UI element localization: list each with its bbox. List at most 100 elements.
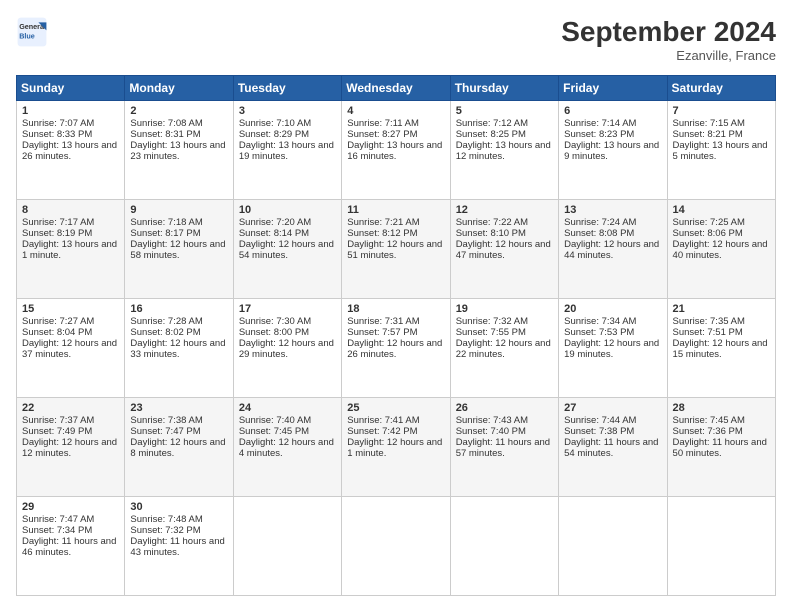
day-number: 24 xyxy=(239,402,336,414)
calendar-cell: 20Sunrise: 7:34 AMSunset: 7:53 PMDayligh… xyxy=(559,299,667,398)
calendar-cell: 7Sunrise: 7:15 AMSunset: 8:21 PMDaylight… xyxy=(667,101,775,200)
sunset: Sunset: 8:27 PM xyxy=(347,129,417,140)
calendar-cell: 2Sunrise: 7:08 AMSunset: 8:31 PMDaylight… xyxy=(125,101,233,200)
daylight: Daylight: 11 hours and 54 minutes. xyxy=(564,437,658,459)
daylight: Daylight: 12 hours and 33 minutes. xyxy=(130,338,225,360)
calendar-cell: 28Sunrise: 7:45 AMSunset: 7:36 PMDayligh… xyxy=(667,398,775,497)
daylight: Daylight: 12 hours and 29 minutes. xyxy=(239,338,334,360)
sunrise: Sunrise: 7:22 AM xyxy=(456,217,528,228)
daylight: Daylight: 13 hours and 23 minutes. xyxy=(130,140,225,162)
sunrise: Sunrise: 7:32 AM xyxy=(456,316,528,327)
location: Ezanville, France xyxy=(561,48,776,63)
sunrise: Sunrise: 7:17 AM xyxy=(22,217,94,228)
calendar-cell: 23Sunrise: 7:38 AMSunset: 7:47 PMDayligh… xyxy=(125,398,233,497)
daylight: Daylight: 13 hours and 12 minutes. xyxy=(456,140,551,162)
day-number: 26 xyxy=(456,402,553,414)
day-number: 14 xyxy=(673,204,770,216)
sunrise: Sunrise: 7:24 AM xyxy=(564,217,636,228)
sunrise: Sunrise: 7:38 AM xyxy=(130,415,202,426)
day-number: 23 xyxy=(130,402,227,414)
day-number: 17 xyxy=(239,303,336,315)
daylight: Daylight: 12 hours and 22 minutes. xyxy=(456,338,551,360)
sunrise: Sunrise: 7:31 AM xyxy=(347,316,419,327)
day-number: 8 xyxy=(22,204,119,216)
sunset: Sunset: 7:38 PM xyxy=(564,426,634,437)
daylight: Daylight: 12 hours and 37 minutes. xyxy=(22,338,117,360)
page: General Blue September 2024 Ezanville, F… xyxy=(0,0,792,612)
calendar-cell: 17Sunrise: 7:30 AMSunset: 8:00 PMDayligh… xyxy=(233,299,341,398)
calendar-cell: 9Sunrise: 7:18 AMSunset: 8:17 PMDaylight… xyxy=(125,200,233,299)
sunrise: Sunrise: 7:12 AM xyxy=(456,118,528,129)
sunset: Sunset: 8:04 PM xyxy=(22,327,92,338)
sunrise: Sunrise: 7:08 AM xyxy=(130,118,202,129)
calendar-cell: 8Sunrise: 7:17 AMSunset: 8:19 PMDaylight… xyxy=(17,200,125,299)
sunrise: Sunrise: 7:30 AM xyxy=(239,316,311,327)
col-friday: Friday xyxy=(559,76,667,101)
col-thursday: Thursday xyxy=(450,76,558,101)
sunrise: Sunrise: 7:40 AM xyxy=(239,415,311,426)
col-wednesday: Wednesday xyxy=(342,76,450,101)
day-number: 27 xyxy=(564,402,661,414)
calendar-cell: 6Sunrise: 7:14 AMSunset: 8:23 PMDaylight… xyxy=(559,101,667,200)
day-number: 30 xyxy=(130,501,227,513)
daylight: Daylight: 12 hours and 54 minutes. xyxy=(239,239,334,261)
sunrise: Sunrise: 7:14 AM xyxy=(564,118,636,129)
day-number: 6 xyxy=(564,105,661,117)
day-number: 2 xyxy=(130,105,227,117)
month-title: September 2024 xyxy=(561,16,776,48)
day-number: 12 xyxy=(456,204,553,216)
col-monday: Monday xyxy=(125,76,233,101)
calendar-cell: 21Sunrise: 7:35 AMSunset: 7:51 PMDayligh… xyxy=(667,299,775,398)
calendar-cell: 12Sunrise: 7:22 AMSunset: 8:10 PMDayligh… xyxy=(450,200,558,299)
col-saturday: Saturday xyxy=(667,76,775,101)
col-sunday: Sunday xyxy=(17,76,125,101)
week-row-1: 1Sunrise: 7:07 AMSunset: 8:33 PMDaylight… xyxy=(17,101,776,200)
sunset: Sunset: 8:00 PM xyxy=(239,327,309,338)
sunrise: Sunrise: 7:27 AM xyxy=(22,316,94,327)
day-number: 20 xyxy=(564,303,661,315)
daylight: Daylight: 12 hours and 12 minutes. xyxy=(22,437,117,459)
sunset: Sunset: 8:19 PM xyxy=(22,228,92,239)
logo-icon: General Blue xyxy=(16,16,48,48)
daylight: Daylight: 12 hours and 15 minutes. xyxy=(673,338,768,360)
sunset: Sunset: 7:34 PM xyxy=(22,525,92,536)
calendar-cell: 24Sunrise: 7:40 AMSunset: 7:45 PMDayligh… xyxy=(233,398,341,497)
sunset: Sunset: 8:31 PM xyxy=(130,129,200,140)
sunrise: Sunrise: 7:41 AM xyxy=(347,415,419,426)
daylight: Daylight: 11 hours and 46 minutes. xyxy=(22,536,116,558)
sunset: Sunset: 7:51 PM xyxy=(673,327,743,338)
day-number: 21 xyxy=(673,303,770,315)
daylight: Daylight: 11 hours and 57 minutes. xyxy=(456,437,550,459)
daylight: Daylight: 12 hours and 8 minutes. xyxy=(130,437,225,459)
daylight: Daylight: 12 hours and 47 minutes. xyxy=(456,239,551,261)
calendar-cell: 1Sunrise: 7:07 AMSunset: 8:33 PMDaylight… xyxy=(17,101,125,200)
sunset: Sunset: 7:32 PM xyxy=(130,525,200,536)
calendar-cell xyxy=(559,497,667,596)
calendar-cell: 3Sunrise: 7:10 AMSunset: 8:29 PMDaylight… xyxy=(233,101,341,200)
calendar-cell: 27Sunrise: 7:44 AMSunset: 7:38 PMDayligh… xyxy=(559,398,667,497)
calendar-cell: 10Sunrise: 7:20 AMSunset: 8:14 PMDayligh… xyxy=(233,200,341,299)
daylight: Daylight: 12 hours and 44 minutes. xyxy=(564,239,659,261)
calendar-cell: 18Sunrise: 7:31 AMSunset: 7:57 PMDayligh… xyxy=(342,299,450,398)
col-tuesday: Tuesday xyxy=(233,76,341,101)
day-number: 15 xyxy=(22,303,119,315)
sunset: Sunset: 8:10 PM xyxy=(456,228,526,239)
calendar-cell: 4Sunrise: 7:11 AMSunset: 8:27 PMDaylight… xyxy=(342,101,450,200)
daylight: Daylight: 13 hours and 26 minutes. xyxy=(22,140,117,162)
day-number: 3 xyxy=(239,105,336,117)
sunrise: Sunrise: 7:34 AM xyxy=(564,316,636,327)
sunset: Sunset: 7:40 PM xyxy=(456,426,526,437)
sunrise: Sunrise: 7:48 AM xyxy=(130,514,202,525)
calendar-cell: 25Sunrise: 7:41 AMSunset: 7:42 PMDayligh… xyxy=(342,398,450,497)
daylight: Daylight: 12 hours and 58 minutes. xyxy=(130,239,225,261)
sunset: Sunset: 8:29 PM xyxy=(239,129,309,140)
daylight: Daylight: 12 hours and 19 minutes. xyxy=(564,338,659,360)
sunset: Sunset: 8:33 PM xyxy=(22,129,92,140)
daylight: Daylight: 12 hours and 51 minutes. xyxy=(347,239,442,261)
sunrise: Sunrise: 7:20 AM xyxy=(239,217,311,228)
calendar-cell: 22Sunrise: 7:37 AMSunset: 7:49 PMDayligh… xyxy=(17,398,125,497)
daylight: Daylight: 12 hours and 4 minutes. xyxy=(239,437,334,459)
sunset: Sunset: 7:36 PM xyxy=(673,426,743,437)
day-number: 5 xyxy=(456,105,553,117)
sunrise: Sunrise: 7:37 AM xyxy=(22,415,94,426)
